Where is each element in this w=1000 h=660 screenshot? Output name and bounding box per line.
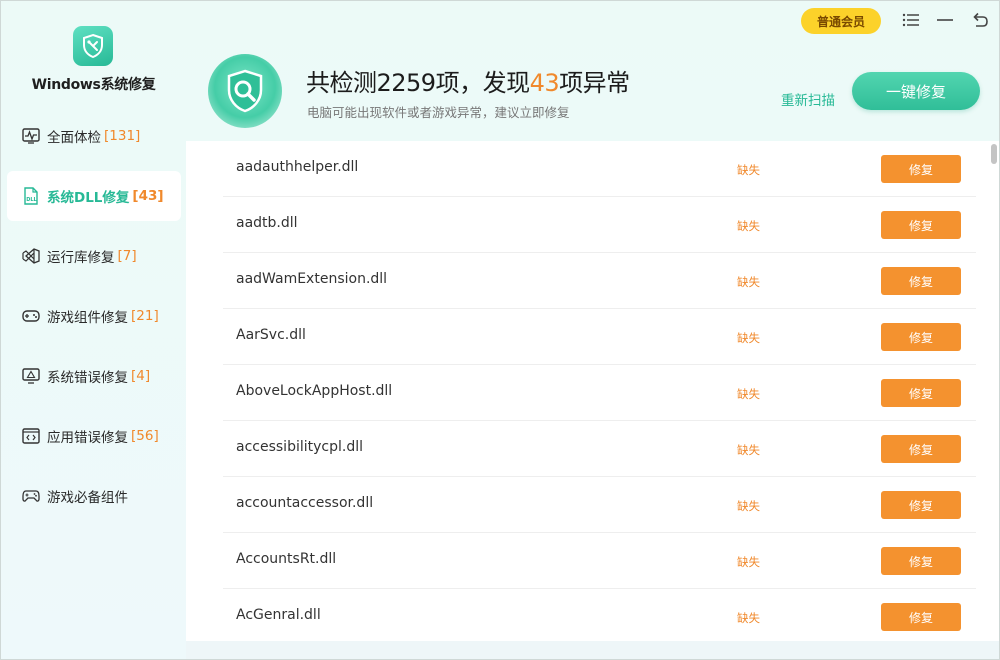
sidebar-item-app-error-repair[interactable]: 应用错误修复 [56] [7,411,181,461]
dll-name: aadWamExtension.dll [236,271,388,287]
rescan-link[interactable]: 重新扫描 [781,89,835,109]
sidebar-item-runtime-repair[interactable]: 运行库修复 [7] [7,231,181,281]
status-badge: 缺失 [737,219,760,233]
menu-icon[interactable] [900,9,922,31]
list-item: AcGenral.dll 缺失 修复 [223,589,976,641]
pulse-icon [21,126,41,146]
scan-summary-prefix: 共检测2259项，发现 [306,69,530,97]
sidebar-item-system-error-repair[interactable]: 系统错误修复 [4] [7,351,181,401]
fix-button[interactable]: 修复 [881,211,961,239]
fix-button[interactable]: 修复 [881,323,961,351]
fix-button[interactable]: 修复 [881,603,961,631]
status-badge: 缺失 [737,443,760,457]
fix-button[interactable]: 修复 [881,379,961,407]
svg-text:DLL: DLL [26,197,37,203]
dll-name: aadauthhelper.dll [236,159,359,175]
fix-button[interactable]: 修复 [881,435,961,463]
sidebar-item-count: [7] [117,248,137,264]
member-badge[interactable]: 普通会员 [801,8,881,34]
list-item: aadWamExtension.dll 缺失 修复 [223,253,976,309]
dll-name: AcGenral.dll [236,607,321,623]
monitor-warning-icon [21,366,41,386]
list-item: aadauthhelper.dll 缺失 修复 [223,141,976,197]
status-badge: 缺失 [737,387,760,401]
sidebar-item-label: 运行库修复 [47,250,115,266]
status-badge: 缺失 [737,331,760,345]
sidebar-item-game-essentials[interactable]: 游戏必备组件 [7,471,181,521]
dll-name: accessibilitycpl.dll [236,439,363,455]
list-item: aadtb.dll 缺失 修复 [223,197,976,253]
scan-summary-suffix: 项异常 [559,69,630,97]
dll-name: AboveLockAppHost.dll [236,383,393,399]
sidebar-item-count: [21] [131,308,159,324]
status-badge: 缺失 [737,611,760,625]
sidebar-item-count: [4] [131,368,151,384]
back-icon[interactable] [969,9,991,31]
sidebar-item-label: 全面体检 [47,130,101,146]
fix-all-button[interactable]: 一键修复 [852,72,980,110]
list-item: AboveLockAppHost.dll 缺失 修复 [223,365,976,421]
issue-count: 43 [529,69,560,97]
app-window: Windows系统修复 全面体检 [131] DLL 系统DLL修复 [43] … [0,0,1000,660]
gamepad-icon [21,306,41,326]
sidebar-item-label: 应用错误修复 [47,430,128,446]
list-item: accessibilitycpl.dll 缺失 修复 [223,421,976,477]
status-badge: 缺失 [737,499,760,513]
minimize-icon[interactable] [934,9,956,31]
list-footer [186,641,999,659]
status-badge: 缺失 [737,555,760,569]
sidebar-item-full-checkup[interactable]: 全面体检 [131] [7,111,181,161]
sidebar-item-dll-repair[interactable]: DLL 系统DLL修复 [43] [7,171,181,221]
sidebar-item-label: 游戏组件修复 [47,310,128,326]
dll-name: AarSvc.dll [236,327,306,343]
sidebar-item-label: 游戏必备组件 [47,490,128,506]
app-logo-icon [73,26,113,66]
dll-name: aadtb.dll [236,215,298,231]
list-item: AccountsRt.dll 缺失 修复 [223,533,976,589]
fix-button[interactable]: 修复 [881,491,961,519]
sidebar-item-count: [56] [131,428,159,444]
shield-scan-icon [208,54,282,128]
scrollbar[interactable] [989,141,999,641]
dll-file-icon: DLL [21,186,41,206]
fix-button[interactable]: 修复 [881,547,961,575]
controller-icon [21,486,41,506]
dll-list: aadauthhelper.dll 缺失 修复 aadtb.dll 缺失 修复 … [186,141,999,641]
scan-summary-subtitle: 电脑可能出现软件或者游戏异常，建议立即修复 [307,105,570,120]
dll-name: AccountsRt.dll [236,551,337,567]
sidebar-item-label: 系统错误修复 [47,370,128,386]
scan-summary-title: 共检测2259项，发现43项异常 [306,63,630,98]
dll-name: accountaccessor.dll [236,495,374,511]
visual-studio-icon [21,246,41,266]
sidebar-item-count: [43] [132,188,164,204]
sidebar-item-count: [131] [104,128,141,144]
status-badge: 缺失 [737,275,760,289]
fix-button[interactable]: 修复 [881,267,961,295]
list-item: AarSvc.dll 缺失 修复 [223,309,976,365]
app-title: Windows系统修复 [31,77,156,93]
status-badge: 缺失 [737,163,760,177]
list-item: accountaccessor.dll 缺失 修复 [223,477,976,533]
sidebar-item-game-component-repair[interactable]: 游戏组件修复 [21] [7,291,181,341]
sidebar: Windows系统修复 全面体检 [131] DLL 系统DLL修复 [43] … [1,1,186,659]
sidebar-item-label: 系统DLL修复 [47,190,130,206]
fix-button[interactable]: 修复 [881,155,961,183]
scrollbar-thumb[interactable] [991,144,997,164]
code-window-icon [21,426,41,446]
